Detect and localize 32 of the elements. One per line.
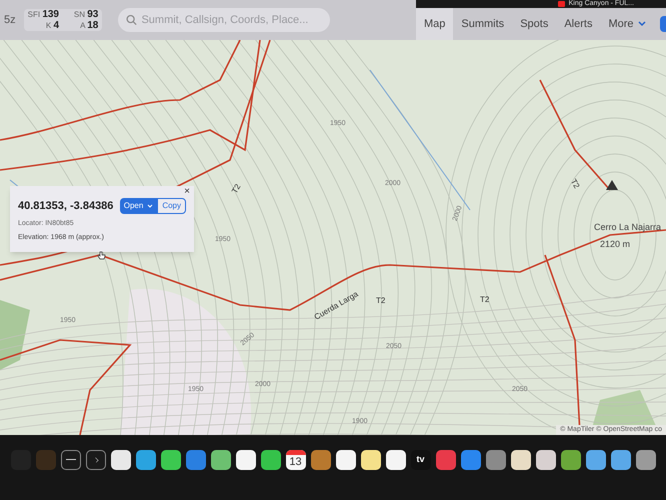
nav-tab[interactable]: Map	[416, 8, 454, 40]
zoom-label: 5z	[4, 12, 16, 28]
pointer-hand-icon	[97, 251, 106, 260]
solar-reading: SFI 139	[28, 9, 59, 20]
peak-label: 2120 m	[600, 240, 630, 249]
monitor-icon[interactable]	[60, 450, 80, 470]
calendar-date: 13	[288, 454, 303, 468]
tv-icon[interactable]: tv	[410, 450, 430, 470]
coordinates-text: 40.81353, -3.84386	[18, 199, 114, 214]
nav-tab[interactable]: Alerts	[556, 8, 600, 40]
trail-label: T2	[568, 178, 580, 190]
nav-tab[interactable]: More	[600, 8, 654, 40]
tv-label: tv	[416, 452, 424, 466]
nav-tab[interactable]: Summits	[453, 8, 512, 40]
solar-reading: A 18	[79, 20, 98, 31]
calendar-icon[interactable]: 13	[286, 450, 306, 470]
search-field[interactable]: Summit, Callsign, Coords, Place...	[118, 8, 330, 32]
close-button[interactable]: ×	[184, 186, 190, 198]
trail-label: T2	[480, 296, 490, 304]
trail-label: T2	[376, 297, 386, 305]
copy-button[interactable]: Copy	[157, 198, 186, 214]
open-button[interactable]: Open	[120, 198, 158, 214]
peak-label: Cerro La Najarra	[594, 223, 662, 232]
chevron-down-icon	[638, 21, 646, 27]
solar-reading: K 4	[44, 20, 59, 31]
trail-label: T2	[230, 182, 242, 196]
video-icon	[558, 1, 565, 7]
terminal-icon[interactable]	[86, 450, 106, 470]
search-icon	[126, 14, 138, 26]
chevron-down-icon	[147, 204, 154, 208]
solar-reading: SN 93	[72, 9, 98, 20]
nav-tab[interactable]: Spots	[512, 8, 556, 40]
